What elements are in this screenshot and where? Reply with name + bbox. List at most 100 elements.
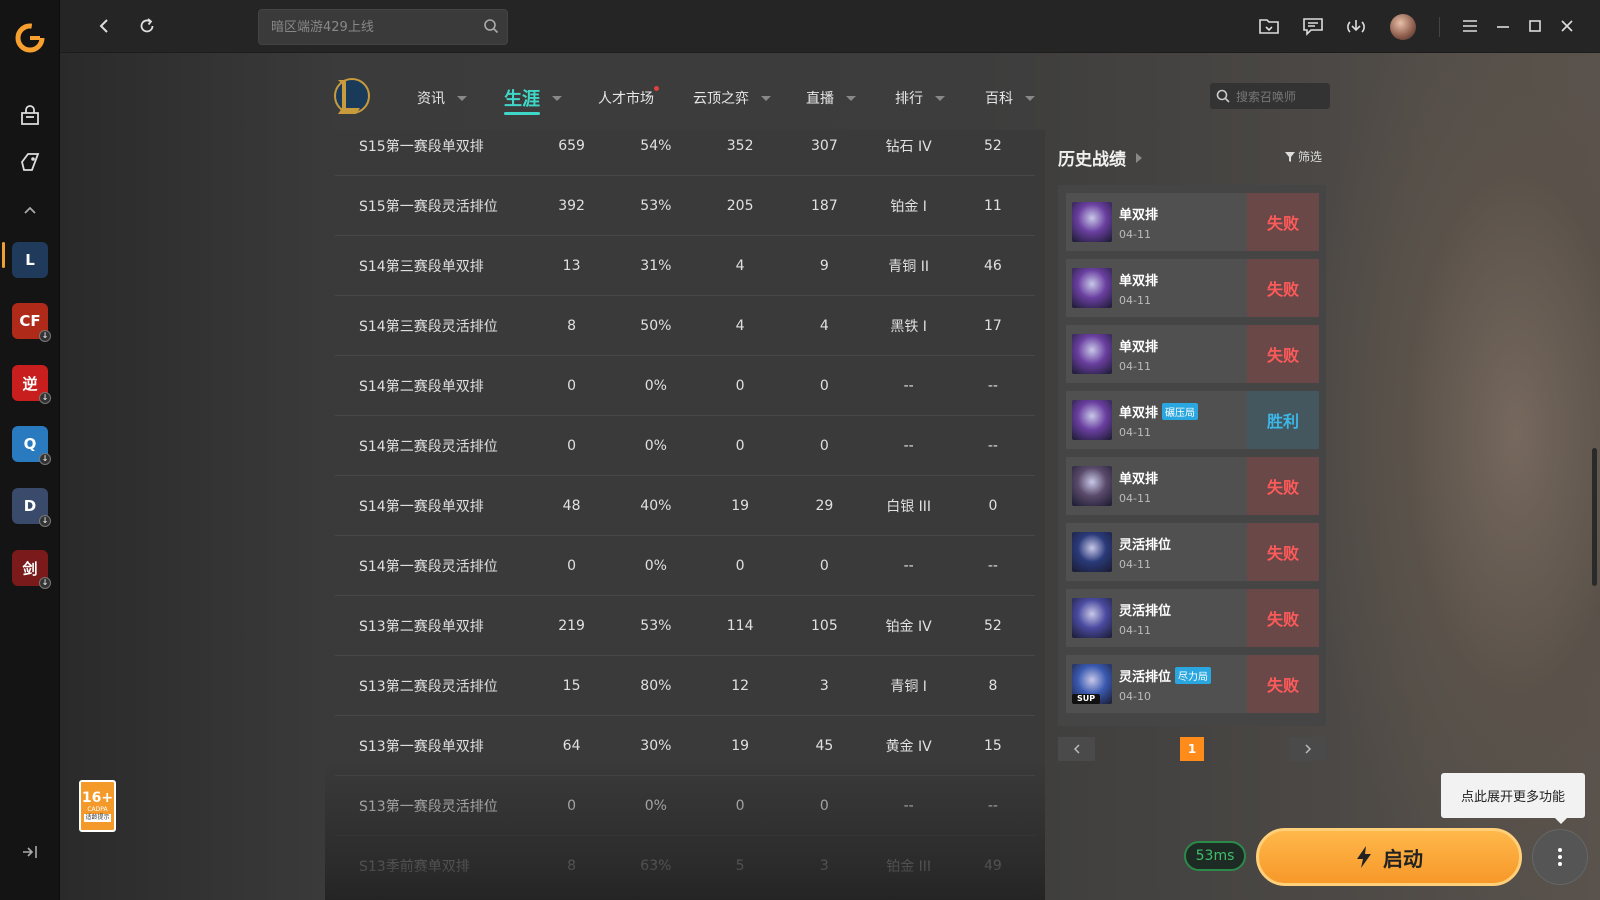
league-logo-icon[interactable] bbox=[330, 74, 370, 118]
tab-career[interactable]: 生涯 bbox=[504, 85, 562, 115]
message-icon[interactable] bbox=[1299, 12, 1327, 40]
folder-icon[interactable] bbox=[1255, 12, 1283, 40]
season-name: S13第二赛段单双排 bbox=[359, 618, 484, 635]
tab-talent-market[interactable]: 人才市场 bbox=[598, 86, 659, 108]
chevron-down-icon bbox=[457, 95, 467, 101]
scrollbar[interactable] bbox=[1592, 448, 1597, 586]
stat-rank: 黑铁 I bbox=[890, 318, 927, 335]
chevron-down-icon bbox=[1025, 95, 1035, 101]
launch-button[interactable]: 启动 bbox=[1256, 828, 1522, 886]
chevron-down-icon bbox=[935, 95, 945, 101]
match-item[interactable]: 灵活排位 04-11 失败 bbox=[1066, 589, 1319, 647]
stat-games: 219 bbox=[558, 617, 585, 634]
match-info: 单双排 04-11 bbox=[1119, 270, 1158, 307]
match-info: 单双排 04-11 bbox=[1119, 468, 1158, 505]
match-mode-row: 单双排 碾压局 bbox=[1119, 402, 1199, 421]
stat-games: 15 bbox=[562, 677, 581, 694]
match-date: 04-11 bbox=[1119, 425, 1151, 439]
season-name: S14第二赛段灵活排位 bbox=[359, 438, 498, 455]
champion-portrait bbox=[1072, 466, 1112, 506]
stat-winrate: 53% bbox=[640, 197, 672, 214]
table-row: S15第一赛段单双排 659 54% 352 307 钻石 IV 52 bbox=[335, 130, 1035, 176]
chevron-down-icon bbox=[552, 95, 562, 101]
user-avatar[interactable] bbox=[1390, 14, 1416, 40]
stat-wins: 19 bbox=[731, 737, 750, 754]
sidebar-game-3[interactable]: Q ↓ bbox=[12, 426, 51, 465]
match-info: 单双排 碾压局 04-11 bbox=[1119, 402, 1199, 439]
match-info: 灵活排位 04-11 bbox=[1119, 600, 1171, 637]
match-mode-row: 灵活排位 bbox=[1119, 600, 1171, 619]
close-icon[interactable] bbox=[1553, 12, 1581, 40]
match-tag-badge: 碾压局 bbox=[1162, 402, 1199, 420]
tab-ranking[interactable]: 排行 bbox=[895, 88, 945, 108]
tab-wiki[interactable]: 百科 bbox=[985, 88, 1035, 108]
champion-portrait bbox=[1072, 532, 1112, 572]
stat-lp: 17 bbox=[984, 317, 1002, 334]
tab-live[interactable]: 直播 bbox=[806, 88, 856, 108]
stat-winrate: 53% bbox=[640, 617, 672, 634]
download-icon[interactable] bbox=[1342, 12, 1370, 40]
page-next-button[interactable] bbox=[1289, 737, 1326, 761]
sidebar-game-glyph: 逆 bbox=[22, 374, 38, 393]
wegame-logo-icon[interactable] bbox=[14, 22, 46, 54]
sidebar-game-2[interactable]: 逆 ↓ bbox=[12, 365, 51, 404]
champion-portrait bbox=[1072, 400, 1112, 440]
match-result: 胜利 bbox=[1247, 391, 1319, 449]
page-current[interactable]: 1 bbox=[1180, 737, 1204, 761]
filter-button[interactable]: 筛选 bbox=[1285, 148, 1322, 165]
season-name: S14第三赛段单双排 bbox=[359, 258, 484, 275]
match-item[interactable]: 单双排 04-11 失败 bbox=[1066, 325, 1319, 383]
expand-sidebar-icon[interactable] bbox=[16, 838, 44, 866]
stat-winrate: 0% bbox=[644, 437, 667, 454]
stat-lp: 8 bbox=[988, 677, 998, 694]
match-item[interactable]: 单双排 04-11 失败 bbox=[1066, 457, 1319, 515]
match-result: 失败 bbox=[1247, 193, 1319, 251]
stat-games: 0 bbox=[567, 557, 577, 574]
match-item[interactable]: 灵活排位 04-11 失败 bbox=[1066, 523, 1319, 581]
table-row: S14第三赛段灵活排位 8 50% 4 4 黑铁 I 17 bbox=[335, 296, 1035, 356]
page-prev-button[interactable] bbox=[1058, 737, 1095, 761]
notification-dot bbox=[654, 86, 659, 91]
table-row: S13第二赛段灵活排位 15 80% 12 3 青铜 I 8 bbox=[335, 656, 1035, 716]
match-date: 04-11 bbox=[1119, 557, 1151, 571]
global-search-input[interactable] bbox=[259, 10, 469, 44]
topbar-divider bbox=[1439, 17, 1440, 37]
more-features-tooltip: 点此展开更多功能 bbox=[1441, 773, 1585, 824]
match-mode-row: 单双排 bbox=[1119, 204, 1158, 223]
match-item[interactable]: 单双排 04-11 失败 bbox=[1066, 193, 1319, 251]
minimize-icon[interactable] bbox=[1489, 12, 1517, 40]
global-search[interactable] bbox=[258, 9, 508, 45]
download-badge-icon: ↓ bbox=[39, 453, 51, 465]
refresh-icon[interactable] bbox=[133, 12, 161, 40]
collapse-up-icon[interactable] bbox=[16, 196, 44, 224]
stat-winrate: 0% bbox=[644, 557, 667, 574]
stat-winrate: 80% bbox=[640, 677, 672, 694]
match-item[interactable]: SUP 灵活排位 尽力局 04-10 失败 bbox=[1066, 655, 1319, 713]
search-icon[interactable] bbox=[483, 18, 499, 38]
gift-tag-icon[interactable] bbox=[16, 148, 44, 176]
stat-lp: 15 bbox=[984, 737, 1002, 754]
store-bag-icon[interactable] bbox=[16, 102, 44, 130]
maximize-icon[interactable] bbox=[1521, 12, 1549, 40]
match-info: 灵活排位 尽力局 04-10 bbox=[1119, 666, 1212, 703]
match-item[interactable]: 单双排 04-11 失败 bbox=[1066, 259, 1319, 317]
stat-wins: 0 bbox=[735, 437, 745, 454]
sidebar-game-5[interactable]: 剑 ↓ bbox=[12, 550, 51, 589]
sidebar-game-4[interactable]: D ↓ bbox=[12, 488, 51, 527]
stat-lp: 52 bbox=[984, 617, 1002, 634]
match-tag-badge: 尽力局 bbox=[1175, 666, 1212, 684]
tab-tft[interactable]: 云顶之弈 bbox=[693, 88, 771, 108]
match-mode: 灵活排位 bbox=[1119, 537, 1172, 553]
tab-news[interactable]: 资讯 bbox=[417, 88, 467, 108]
chevron-right-icon bbox=[1304, 744, 1311, 754]
vertical-dots-icon bbox=[1558, 848, 1562, 866]
menu-icon[interactable] bbox=[1456, 12, 1484, 40]
sidebar-game-0[interactable]: L bbox=[12, 242, 48, 278]
match-item[interactable]: 单双排 碾压局 04-11 胜利 bbox=[1066, 391, 1319, 449]
summoner-search[interactable]: 搜索召唤师 bbox=[1210, 83, 1330, 109]
sidebar-game-1[interactable]: CF ↓ bbox=[12, 303, 51, 342]
back-arrow-icon[interactable] bbox=[90, 12, 118, 40]
more-options-button[interactable] bbox=[1532, 829, 1588, 885]
history-title[interactable]: 历史战绩 bbox=[1058, 145, 1142, 170]
stat-wins: 19 bbox=[731, 497, 750, 514]
